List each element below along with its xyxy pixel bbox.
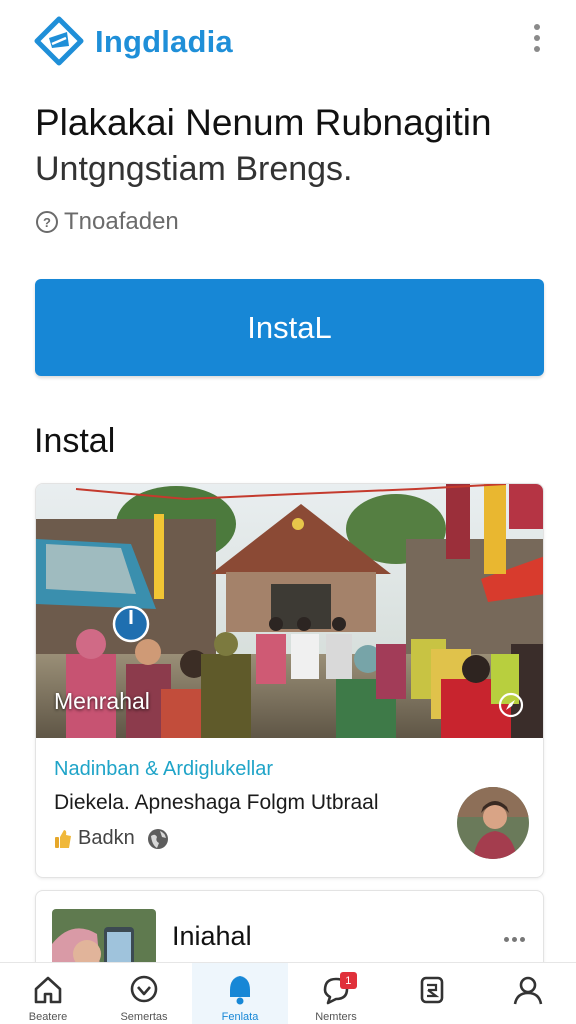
profile-icon bbox=[513, 976, 543, 1005]
card-category[interactable]: Nadinban & Ardiglukellar bbox=[54, 758, 273, 781]
document-icon bbox=[420, 976, 444, 1004]
meta-text: Tnoafaden bbox=[64, 208, 179, 235]
nav-label: Nemters bbox=[315, 1011, 357, 1023]
page-headline: Plakakai Nenum Rubnagitin Untgngstiam Br… bbox=[35, 100, 545, 192]
clock-icon: ? bbox=[36, 211, 58, 233]
headline-line-2: Untgngstiam Brengs. bbox=[35, 150, 353, 188]
heart-chat-icon bbox=[130, 975, 158, 1003]
compass-icon[interactable] bbox=[498, 692, 524, 718]
nav-label: Fenlata bbox=[221, 1011, 259, 1023]
notification-badge: 1 bbox=[339, 972, 357, 989]
headline-line-1: Plakakai Nenum Rubnagitin bbox=[35, 102, 492, 143]
nav-item-messages[interactable]: 1 Nemters bbox=[288, 963, 384, 1024]
photo-overlay-label: Menrahal bbox=[54, 688, 150, 714]
nav-item-profile[interactable] bbox=[480, 963, 576, 1024]
play-icon[interactable] bbox=[111, 604, 151, 644]
nav-label: Beatere bbox=[28, 1011, 68, 1023]
app-brand-name: Ingdladia bbox=[95, 24, 233, 59]
nav-label: Semertas bbox=[120, 1011, 168, 1023]
nav-item-home[interactable]: Beatere bbox=[0, 963, 96, 1024]
thumbs-up-icon[interactable] bbox=[54, 828, 72, 850]
card-footer-text: Badkn bbox=[78, 827, 135, 849]
bottom-navigation: Beatere Semertas Fenlata 1 Nemters bbox=[0, 962, 576, 1024]
avatar[interactable] bbox=[457, 787, 529, 859]
nav-item-favorites[interactable]: Semertas bbox=[96, 963, 192, 1024]
kebab-menu-icon[interactable] bbox=[526, 24, 548, 58]
top-app-bar: Ingdladia bbox=[0, 0, 576, 84]
more-horizontal-icon[interactable] bbox=[504, 929, 530, 942]
home-icon bbox=[34, 976, 62, 1004]
nav-item-documents[interactable] bbox=[384, 963, 480, 1024]
meta-row: ? Tnoafaden bbox=[36, 207, 179, 237]
section-title: Instal bbox=[34, 422, 116, 460]
globe-icon[interactable] bbox=[147, 828, 169, 850]
card-footer: Badkn bbox=[54, 827, 169, 850]
feed-card[interactable]: Menrahal Nadinban & Ardiglukellar Diekel… bbox=[35, 483, 544, 878]
bell-icon bbox=[230, 976, 250, 1005]
nav-item-notifications[interactable]: Fenlata bbox=[192, 963, 288, 1024]
card-description: Diekela. Apneshaga Folgm Utbraal bbox=[54, 791, 379, 814]
chat-diamond-logo-icon[interactable] bbox=[34, 16, 84, 66]
card-title[interactable]: Iniahal bbox=[172, 921, 252, 952]
install-button[interactable]: InstaL bbox=[35, 279, 544, 376]
